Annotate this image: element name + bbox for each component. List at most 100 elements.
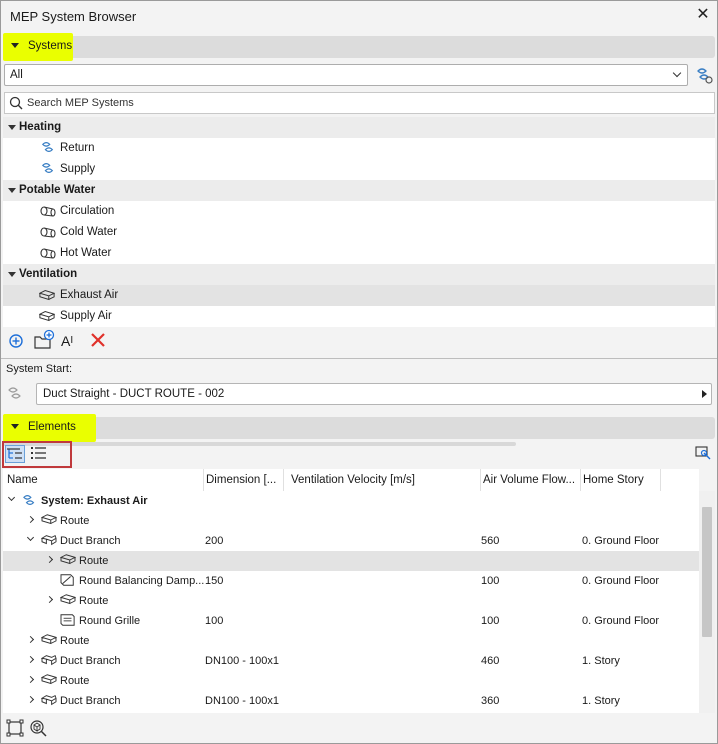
list-view-icon[interactable] [30, 445, 50, 463]
table-row[interactable]: Duct Branch DN100 - 100x1 460 1. Story [3, 651, 699, 671]
close-icon[interactable]: ✕ [695, 6, 711, 24]
resize-bar[interactable] [3, 442, 516, 446]
cell-dimension: DN100 - 100x1 [205, 655, 279, 667]
cell-name: Duct Branch [60, 695, 121, 707]
system-settings-icon[interactable] [694, 65, 714, 85]
table-row[interactable]: Round Balancing Damp... 150 100 0. Ground F… [3, 571, 699, 591]
route-duct-icon [60, 554, 76, 565]
cell-home-story: 0. Ground Floor [582, 575, 660, 587]
route-duct-icon [41, 674, 57, 685]
system-item-label: Supply [60, 163, 96, 175]
zoom-to-selection-icon[interactable] [29, 719, 47, 737]
footer-toolbar [1, 715, 717, 743]
rename-icon[interactable]: AI [61, 331, 81, 351]
add-group-folder-icon[interactable] [33, 329, 55, 349]
column-header-ventilation-velocity[interactable]: Ventilation Velocity [m/s] [291, 469, 481, 491]
pick-system-start-icon[interactable] [6, 385, 26, 403]
table-row[interactable]: Route [3, 591, 699, 611]
duct-branch-icon [41, 654, 57, 666]
systems-section-header[interactable]: Systems [3, 33, 715, 61]
system-item-hot-water[interactable]: Hot Water [3, 243, 715, 264]
system-item-exhaust-air[interactable]: Exhaust Air [3, 285, 715, 306]
chevron-right-icon[interactable] [45, 555, 54, 564]
delete-icon[interactable] [89, 331, 109, 351]
system-item-supply-air[interactable]: Supply Air [3, 306, 715, 327]
group-label: Heating [19, 121, 62, 133]
system-item-circulation[interactable]: Circulation [3, 201, 715, 222]
system-item-cold-water[interactable]: Cold Water [3, 222, 715, 243]
cell-home-story: 1. Story [582, 655, 620, 667]
chevron-right-icon[interactable] [26, 695, 35, 704]
chevron-right-icon[interactable] [26, 675, 35, 684]
cell-name: Duct Branch [60, 535, 121, 547]
system-start-field[interactable]: Duct Straight - DUCT ROUTE - 002 [36, 383, 712, 405]
chevron-right-icon[interactable] [26, 635, 35, 644]
systems-section-label: Systems [28, 40, 73, 52]
cell-name: System: Exhaust Air [41, 495, 148, 507]
cell-air-flow: 100 [481, 615, 500, 627]
chevron-right-icon[interactable] [26, 655, 35, 664]
table-row[interactable]: System: Exhaust Air [3, 491, 699, 511]
table-row[interactable]: Duct Branch DN100 - 100x1 360 1. Story [3, 691, 699, 711]
group-potable-water[interactable]: Potable Water [3, 180, 715, 201]
chevron-right-icon[interactable] [45, 595, 54, 604]
column-header-home-story[interactable]: Home Story [583, 469, 661, 491]
search-icon [9, 96, 23, 110]
cell-dimension: 150 [205, 575, 224, 587]
system-item-supply[interactable]: Supply [3, 159, 715, 180]
select-in-model-icon[interactable] [6, 719, 24, 737]
column-header-air-volume-flow[interactable]: Air Volume Flow... [483, 469, 581, 491]
chevron-down-icon[interactable] [7, 493, 16, 502]
collapse-arrow-icon [11, 424, 19, 429]
cell-name: Round Balancing Damp... [79, 575, 205, 587]
scrollbar-thumb[interactable] [702, 507, 712, 637]
system-item-label: Cold Water [60, 226, 118, 238]
table-row[interactable]: Route [3, 631, 699, 651]
cell-name: Route [79, 595, 109, 607]
vertical-scrollbar[interactable] [699, 491, 715, 713]
system-item-return[interactable]: Return [3, 138, 715, 159]
table-row[interactable]: Duct Branch 200 560 0. Ground Floor [3, 531, 699, 551]
systems-toolbar: AI [3, 328, 715, 358]
settings-icon[interactable] [694, 444, 714, 462]
expand-arrow-icon [8, 188, 16, 193]
cell-name: Round Grille [79, 615, 141, 627]
search-placeholder: Search MEP Systems [27, 97, 134, 109]
column-header-name[interactable]: Name [7, 469, 204, 491]
cell-home-story: 0. Ground Floor [582, 615, 660, 627]
group-heating[interactable]: Heating [3, 117, 715, 138]
system-item-label: Return [60, 142, 95, 154]
duct-icon [39, 290, 55, 301]
cell-name: Route [60, 675, 90, 687]
table-row[interactable]: Route [3, 551, 699, 571]
group-label: Ventilation [19, 268, 78, 280]
tree-view-icon[interactable] [5, 445, 25, 463]
system-filter-select[interactable]: All [4, 64, 688, 86]
cell-dimension: 100 [205, 615, 224, 627]
system-item-label: Circulation [60, 205, 115, 217]
table-row[interactable]: Round Grille 100 100 0. Ground Floor [3, 611, 699, 631]
cell-name: Route [60, 515, 90, 527]
duct-branch-icon [41, 534, 57, 546]
system-filter-value: All [10, 69, 23, 81]
column-header-dimension[interactable]: Dimension [... [206, 469, 284, 491]
search-field[interactable]: Search MEP Systems [4, 92, 715, 114]
cell-air-flow: 460 [481, 655, 500, 667]
route-duct-icon [41, 634, 57, 645]
title-bar: MEP System Browser ✕ [1, 1, 717, 33]
add-system-icon[interactable] [7, 332, 27, 352]
cell-name: Route [79, 555, 109, 567]
chevron-down-icon[interactable] [26, 533, 35, 542]
chevron-right-icon[interactable] [26, 515, 35, 524]
cell-air-flow: 560 [481, 535, 500, 547]
group-ventilation[interactable]: Ventilation [3, 264, 715, 285]
divider [1, 358, 717, 359]
table-row[interactable]: Route [3, 671, 699, 691]
elements-section-header[interactable]: Elements [3, 414, 715, 442]
cell-air-flow: 100 [481, 575, 500, 587]
table-row[interactable]: Route [3, 511, 699, 531]
system-icon [23, 495, 35, 505]
pipe-icon [40, 248, 56, 259]
system-item-label: Supply Air [60, 310, 112, 322]
chevron-down-icon [672, 68, 682, 78]
